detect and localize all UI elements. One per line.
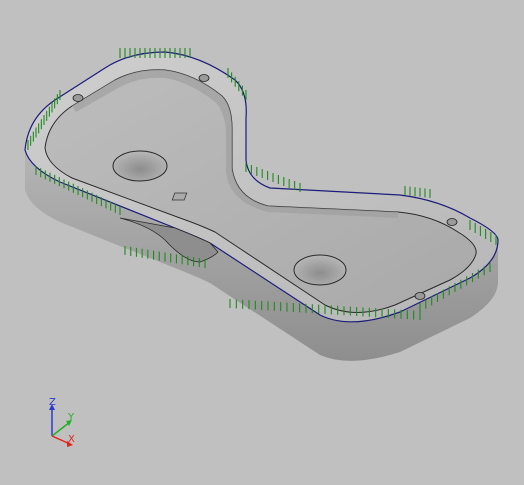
bore-hole-right [293,254,347,286]
screw-hole-2 [198,74,210,82]
3d-viewport[interactable]: Z Y X [0,0,524,485]
axis-triad: Z Y X [49,398,75,447]
screw-hole-4 [414,292,426,300]
screw-hole-1 [72,94,84,102]
bore-hole-left [112,150,168,182]
screw-hole-3 [446,218,458,226]
y-axis-label: Y [67,412,75,423]
x-axis-label: X [68,434,75,445]
z-axis-label: Z [49,398,56,408]
small-pad [171,192,188,201]
